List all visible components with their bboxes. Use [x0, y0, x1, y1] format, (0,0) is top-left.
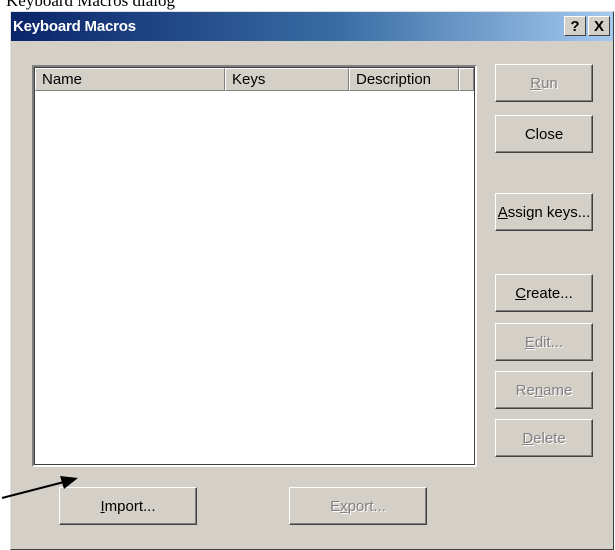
close-window-button[interactable]: X: [588, 16, 610, 36]
close-icon: X: [593, 17, 604, 35]
run-mnemonic: R: [530, 74, 542, 92]
rename-button[interactable]: Re n ame: [495, 371, 593, 409]
macros-list[interactable]: Name Keys Description: [32, 65, 477, 467]
window-title: Keyboard Macros: [13, 18, 136, 35]
edit-label-post: dit...: [534, 333, 564, 351]
help-icon: ?: [570, 17, 580, 35]
column-header-filler: [459, 68, 474, 91]
delete-label-post: elete: [533, 429, 566, 447]
rename-label-pre: Re: [515, 381, 535, 399]
assign-label-post: ssign keys...: [507, 203, 591, 221]
export-label-post: port...: [347, 497, 386, 515]
delete-mnemonic: D: [522, 429, 534, 447]
close-label: Close: [524, 125, 564, 143]
create-label-post: reate...: [526, 284, 573, 302]
help-button[interactable]: ?: [564, 16, 586, 36]
edit-mnemonic: E: [524, 333, 535, 351]
column-header-keys[interactable]: Keys: [225, 68, 349, 91]
assign-keys-button[interactable]: Assign keys...: [495, 193, 593, 231]
export-button[interactable]: Ex port...: [289, 487, 427, 525]
create-button[interactable]: Create...: [495, 274, 593, 312]
delete-button[interactable]: Delete: [495, 419, 593, 457]
export-mnemonic: x: [340, 497, 348, 515]
pointer-arrow-annotation: [1, 476, 78, 499]
keyboard-macros-dialog: Keyboard Macros ? X Name Keys Descriptio…: [10, 11, 614, 550]
rename-mnemonic: n: [534, 381, 544, 399]
import-label-post: mport...: [104, 497, 156, 515]
run-button[interactable]: Run: [495, 64, 593, 102]
document-caption: Keyboard Macros dialog: [6, 0, 176, 10]
rename-label-post: ame: [543, 381, 573, 399]
edit-button[interactable]: Edit...: [495, 323, 593, 361]
export-label-pre: E: [330, 497, 341, 515]
column-header-name[interactable]: Name: [35, 68, 225, 91]
assign-mnemonic: A: [497, 203, 508, 221]
list-header: Name Keys Description: [35, 68, 474, 91]
close-button[interactable]: Close: [495, 115, 593, 153]
column-header-description[interactable]: Description: [349, 68, 459, 91]
create-mnemonic: C: [515, 284, 527, 302]
run-label-post: un: [541, 74, 558, 92]
title-bar[interactable]: Keyboard Macros ? X: [11, 12, 613, 41]
